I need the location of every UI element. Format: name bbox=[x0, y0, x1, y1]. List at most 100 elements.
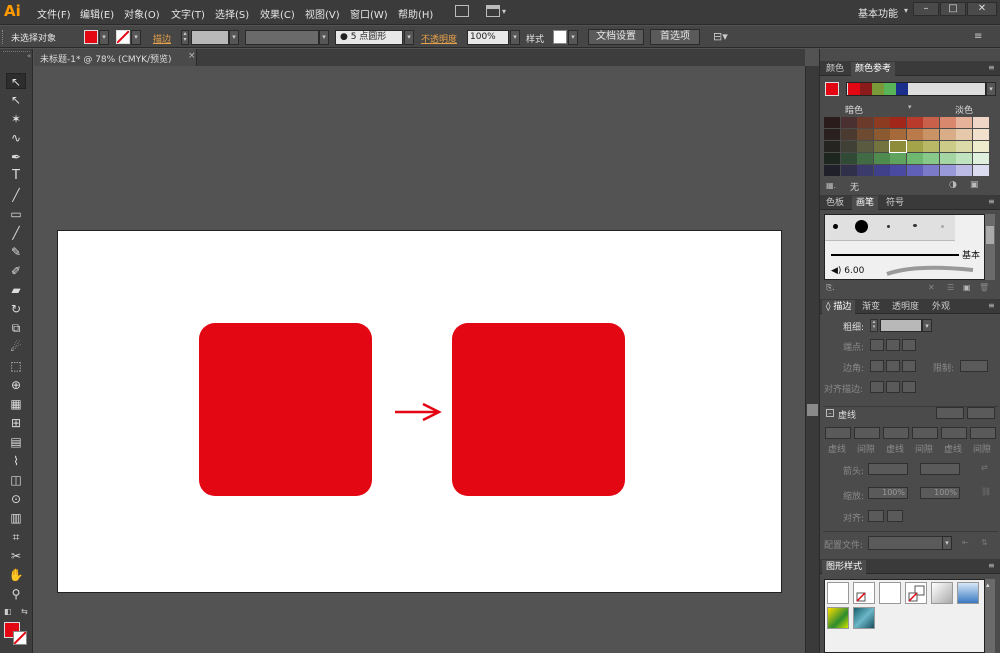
end-scale-input[interactable]: 100% bbox=[920, 487, 960, 499]
color-variation-swatch[interactable] bbox=[956, 153, 972, 164]
color-variation-swatch[interactable] bbox=[923, 117, 939, 128]
menu-file[interactable]: 文件(F) bbox=[37, 6, 71, 21]
style-blue-gradient[interactable] bbox=[957, 582, 979, 604]
gap-input-1[interactable] bbox=[854, 427, 880, 439]
color-variation-swatch[interactable] bbox=[873, 141, 890, 152]
brush-options-icon[interactable]: ☰ bbox=[947, 283, 954, 292]
color-variation-swatch[interactable] bbox=[972, 153, 989, 164]
color-variation-swatch[interactable] bbox=[857, 129, 873, 140]
color-variation-swatch[interactable] bbox=[906, 165, 923, 176]
menu-type[interactable]: 文字(T) bbox=[171, 6, 205, 21]
color-variation-swatch[interactable] bbox=[840, 141, 857, 152]
slice-tool-icon[interactable]: ✂ bbox=[6, 548, 26, 564]
document-tab[interactable]: 未标题-1* @ 78% (CMYK/预览) × bbox=[34, 49, 197, 66]
scale-tool-icon[interactable]: ⧉ bbox=[6, 320, 26, 336]
color-variation-swatch[interactable] bbox=[840, 165, 857, 176]
color-variation-swatch[interactable] bbox=[972, 165, 989, 176]
color-variation-swatch[interactable] bbox=[889, 140, 907, 153]
menu-object[interactable]: 对象(O) bbox=[124, 6, 160, 21]
menu-view[interactable]: 视图(V) bbox=[305, 6, 340, 21]
color-variation-swatch[interactable] bbox=[923, 141, 939, 152]
stroke-weight-stepper[interactable]: ▴ ▾ bbox=[181, 30, 189, 45]
menu-help[interactable]: 帮助(H) bbox=[398, 6, 433, 21]
dash-input-1[interactable] bbox=[825, 427, 851, 439]
color-variation-swatch[interactable] bbox=[939, 117, 956, 128]
color-variation-swatch[interactable] bbox=[939, 153, 956, 164]
tab-graphic-styles[interactable]: 图形样式 bbox=[822, 560, 867, 574]
align-icon[interactable]: ⊟▾ bbox=[713, 30, 728, 43]
scroll-up-icon[interactable]: ▴ bbox=[986, 581, 994, 589]
pencil-tool-icon[interactable]: ✎ bbox=[6, 244, 26, 260]
rotate-tool-icon[interactable]: ↻ bbox=[6, 301, 26, 317]
weight-dropdown[interactable]: ▾ bbox=[922, 319, 932, 332]
brush-dot[interactable] bbox=[855, 220, 868, 233]
fill-dropdown[interactable]: ▾ bbox=[99, 30, 109, 45]
scroll-thumb[interactable] bbox=[807, 404, 818, 416]
bevel-join-button[interactable] bbox=[902, 360, 916, 372]
color-variation-swatch[interactable] bbox=[906, 117, 923, 128]
artboard[interactable] bbox=[57, 230, 782, 593]
save-group-icon[interactable]: ▣ bbox=[970, 180, 979, 190]
dash-align-corners-button[interactable] bbox=[967, 407, 995, 419]
color-variation-swatch[interactable] bbox=[972, 129, 989, 140]
gap-input-2[interactable] bbox=[912, 427, 938, 439]
brush-dot[interactable] bbox=[887, 225, 890, 228]
chevron-down-icon[interactable]: ▾ bbox=[502, 7, 506, 16]
opacity-input[interactable]: 100% bbox=[467, 30, 509, 45]
opacity-dropdown[interactable]: ▾ bbox=[510, 30, 520, 45]
brush-list-scrollbar[interactable] bbox=[985, 214, 995, 280]
color-variation-swatch[interactable] bbox=[840, 153, 857, 164]
tab-transparency[interactable]: 透明度 bbox=[888, 300, 923, 314]
free-transform-tool-icon[interactable]: ⬚ bbox=[6, 358, 26, 374]
harmony-rules-dropdown[interactable]: ▾ bbox=[986, 82, 996, 96]
start-arrowhead-select[interactable] bbox=[868, 463, 908, 475]
color-variation-swatch[interactable] bbox=[824, 141, 840, 152]
arrow-tip-extend-button[interactable] bbox=[868, 510, 884, 522]
panel-menu-icon[interactable]: ≡ bbox=[988, 561, 995, 570]
miter-join-button[interactable] bbox=[870, 360, 884, 372]
tab-swatches[interactable]: 色板 bbox=[822, 196, 848, 210]
color-variation-swatch[interactable] bbox=[857, 141, 873, 152]
flip-across-icon[interactable]: ⇅ bbox=[981, 538, 988, 547]
color-variation-swatch[interactable] bbox=[906, 141, 923, 152]
link-scale-icon[interactable]: ⛓ bbox=[981, 487, 991, 496]
color-variation-swatch[interactable] bbox=[956, 141, 972, 152]
butt-cap-button[interactable] bbox=[870, 339, 884, 351]
warp-tool-icon[interactable]: ☄ bbox=[6, 339, 26, 355]
dash-input-3[interactable] bbox=[941, 427, 967, 439]
color-variation-swatch[interactable] bbox=[923, 165, 939, 176]
stroke-swatch[interactable] bbox=[116, 30, 130, 44]
color-variation-swatch[interactable] bbox=[972, 141, 989, 152]
style-teal-texture[interactable] bbox=[853, 607, 875, 629]
weight-input[interactable] bbox=[880, 319, 922, 332]
start-scale-input[interactable]: 100% bbox=[868, 487, 908, 499]
align-inside-button[interactable] bbox=[886, 381, 900, 393]
vertical-scrollbar[interactable] bbox=[805, 66, 819, 653]
direct-selection-tool-icon[interactable]: ↖ bbox=[6, 92, 26, 108]
style-default[interactable] bbox=[827, 582, 849, 604]
delete-icon[interactable]: 🗑 bbox=[979, 283, 989, 292]
color-variation-swatch[interactable] bbox=[906, 153, 923, 164]
grip-handle[interactable] bbox=[2, 30, 5, 44]
line-tool-icon[interactable]: ╱ bbox=[6, 187, 26, 203]
color-variation-swatch[interactable] bbox=[890, 129, 906, 140]
panel-menu-icon[interactable]: ≡ bbox=[988, 301, 995, 310]
eyedropper-tool-icon[interactable]: ⌇ bbox=[6, 453, 26, 469]
brush-dropdown[interactable]: ▾ bbox=[404, 30, 414, 45]
maximize-button[interactable]: □ bbox=[940, 2, 966, 16]
style-no-stroke[interactable] bbox=[853, 582, 875, 604]
scroll-thumb[interactable] bbox=[986, 226, 994, 244]
dash-align-preserve-button[interactable] bbox=[936, 407, 964, 419]
harmony-color[interactable] bbox=[884, 83, 896, 95]
color-variation-swatch[interactable] bbox=[873, 129, 890, 140]
stroke-label[interactable]: 描边 bbox=[153, 32, 171, 45]
color-variation-swatch[interactable] bbox=[824, 165, 840, 176]
color-variation-swatch[interactable] bbox=[824, 153, 840, 164]
profile-dropdown[interactable]: ▾ bbox=[942, 536, 952, 550]
color-variation-swatch[interactable] bbox=[857, 117, 873, 128]
color-variation-swatch[interactable] bbox=[972, 117, 989, 128]
artboard-tool-icon[interactable]: ⌗ bbox=[6, 529, 26, 545]
swap-colors-icon[interactable]: ⇆ bbox=[21, 607, 28, 616]
menu-effect[interactable]: 效果(C) bbox=[260, 6, 295, 21]
style-dropdown[interactable]: ▾ bbox=[568, 30, 578, 45]
